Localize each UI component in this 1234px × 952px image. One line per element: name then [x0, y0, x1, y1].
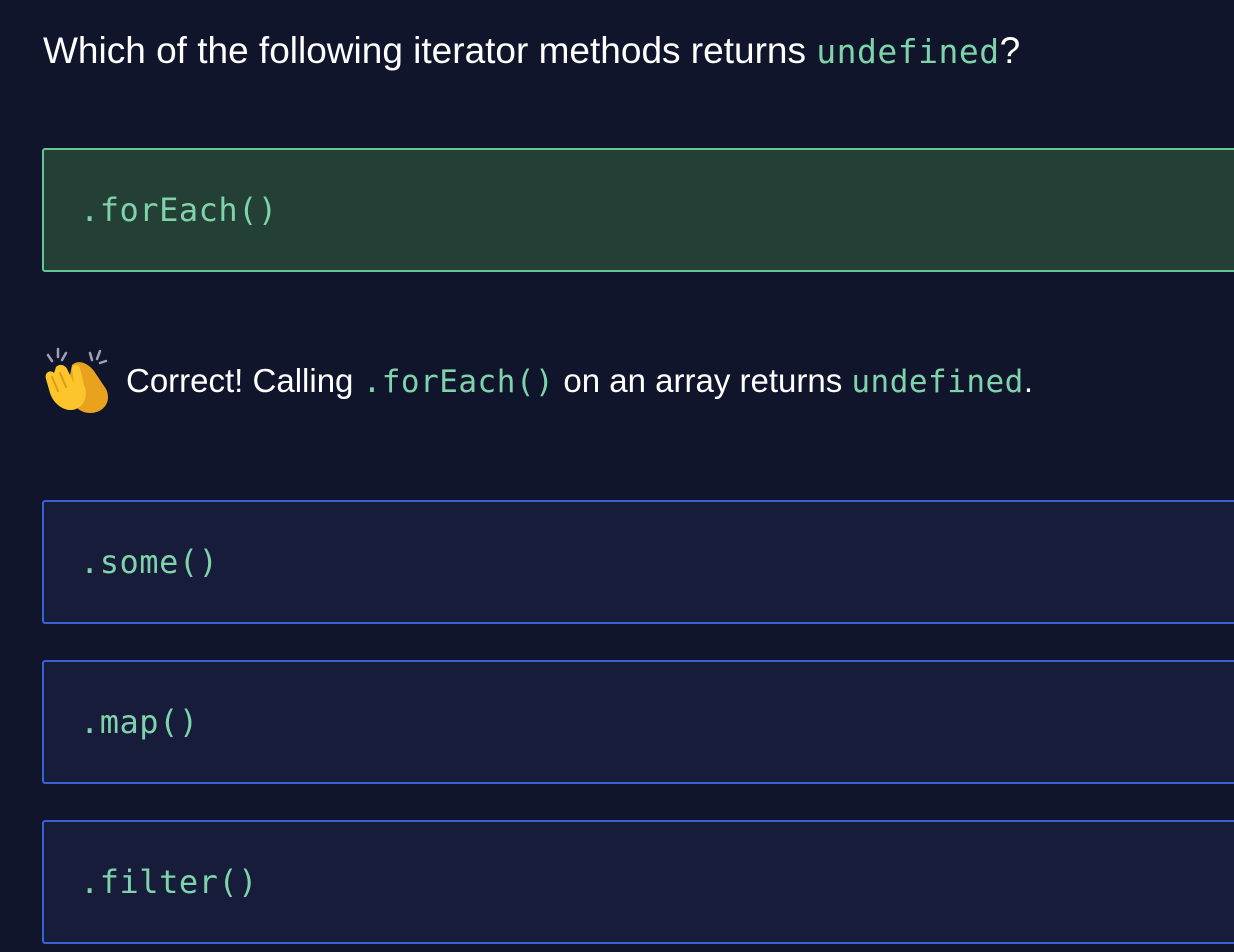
answer-option-map[interactable]: .map() — [42, 660, 1234, 784]
feedback-code-undefined: undefined — [851, 364, 1024, 400]
feedback-text: Correct! Calling .forEach() on an array … — [126, 362, 1033, 400]
feedback-middle: on an array returns — [554, 362, 852, 399]
feedback-prefix: Correct! Calling — [126, 362, 363, 399]
question-text: Which of the following iterator methods … — [43, 30, 817, 71]
feedback-message: Correct! Calling .forEach() on an array … — [42, 345, 1033, 417]
answer-option-label: .forEach() — [80, 191, 278, 229]
question-code: undefined — [816, 32, 1000, 71]
question-suffix: ? — [999, 30, 1021, 71]
answer-option-some[interactable]: .some() — [42, 500, 1234, 624]
answer-option-filter[interactable]: .filter() — [42, 820, 1234, 944]
feedback-code-foreach: .forEach() — [362, 364, 555, 400]
answer-option-foreach[interactable]: .forEach() — [42, 148, 1234, 272]
feedback-suffix: . — [1023, 362, 1034, 399]
clapping-hands-icon — [45, 347, 109, 413]
question-title: Which of the following iterator methods … — [43, 28, 1020, 75]
answer-option-label: .filter() — [80, 863, 258, 901]
answer-option-label: .some() — [80, 543, 219, 581]
answer-option-label: .map() — [80, 703, 199, 741]
